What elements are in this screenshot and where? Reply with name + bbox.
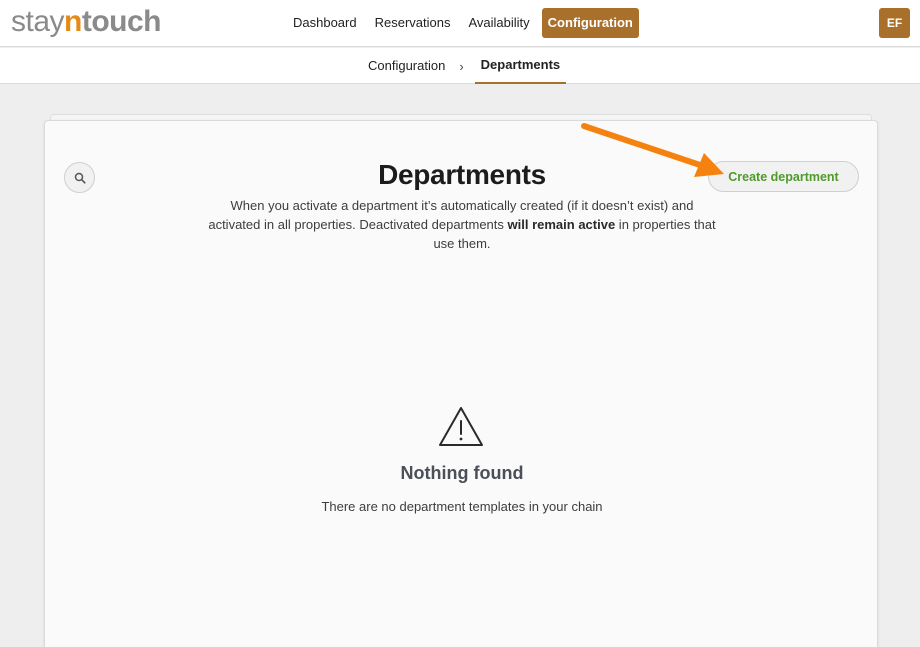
nav-availability[interactable]: Availability	[459, 8, 538, 38]
logo-text-stay: stay	[11, 5, 65, 38]
main-nav: Dashboard Reservations Availability Conf…	[284, 8, 639, 38]
nav-configuration[interactable]: Configuration	[541, 8, 639, 38]
empty-state-message: There are no department templates in you…	[321, 499, 603, 514]
nav-dashboard[interactable]: Dashboard	[284, 8, 366, 38]
logo[interactable]: stayntouch	[11, 4, 162, 40]
breadcrumb-separator: ›	[459, 58, 464, 74]
logo-text-n: n	[64, 5, 82, 38]
logo-text-touch: touch	[81, 5, 162, 38]
departments-card: Departments Create department When you a…	[44, 120, 878, 647]
page-description: When you activate a department it’s auto…	[208, 196, 716, 253]
empty-state-title: Nothing found	[400, 463, 524, 483]
breadcrumb-departments: Departments	[474, 48, 567, 84]
warning-icon	[439, 407, 483, 446]
breadcrumb: Configuration › Departments	[368, 48, 567, 84]
create-department-button[interactable]: Create department	[708, 161, 859, 192]
top-bar: stayntouch Dashboard Reservations Availa…	[0, 0, 920, 47]
description-emphasis: will remain active	[507, 217, 616, 232]
user-avatar[interactable]: EF	[879, 8, 910, 38]
nav-reservations[interactable]: Reservations	[366, 8, 460, 38]
breadcrumb-bar: Configuration › Departments	[0, 48, 920, 84]
breadcrumb-configuration[interactable]: Configuration	[368, 48, 445, 84]
